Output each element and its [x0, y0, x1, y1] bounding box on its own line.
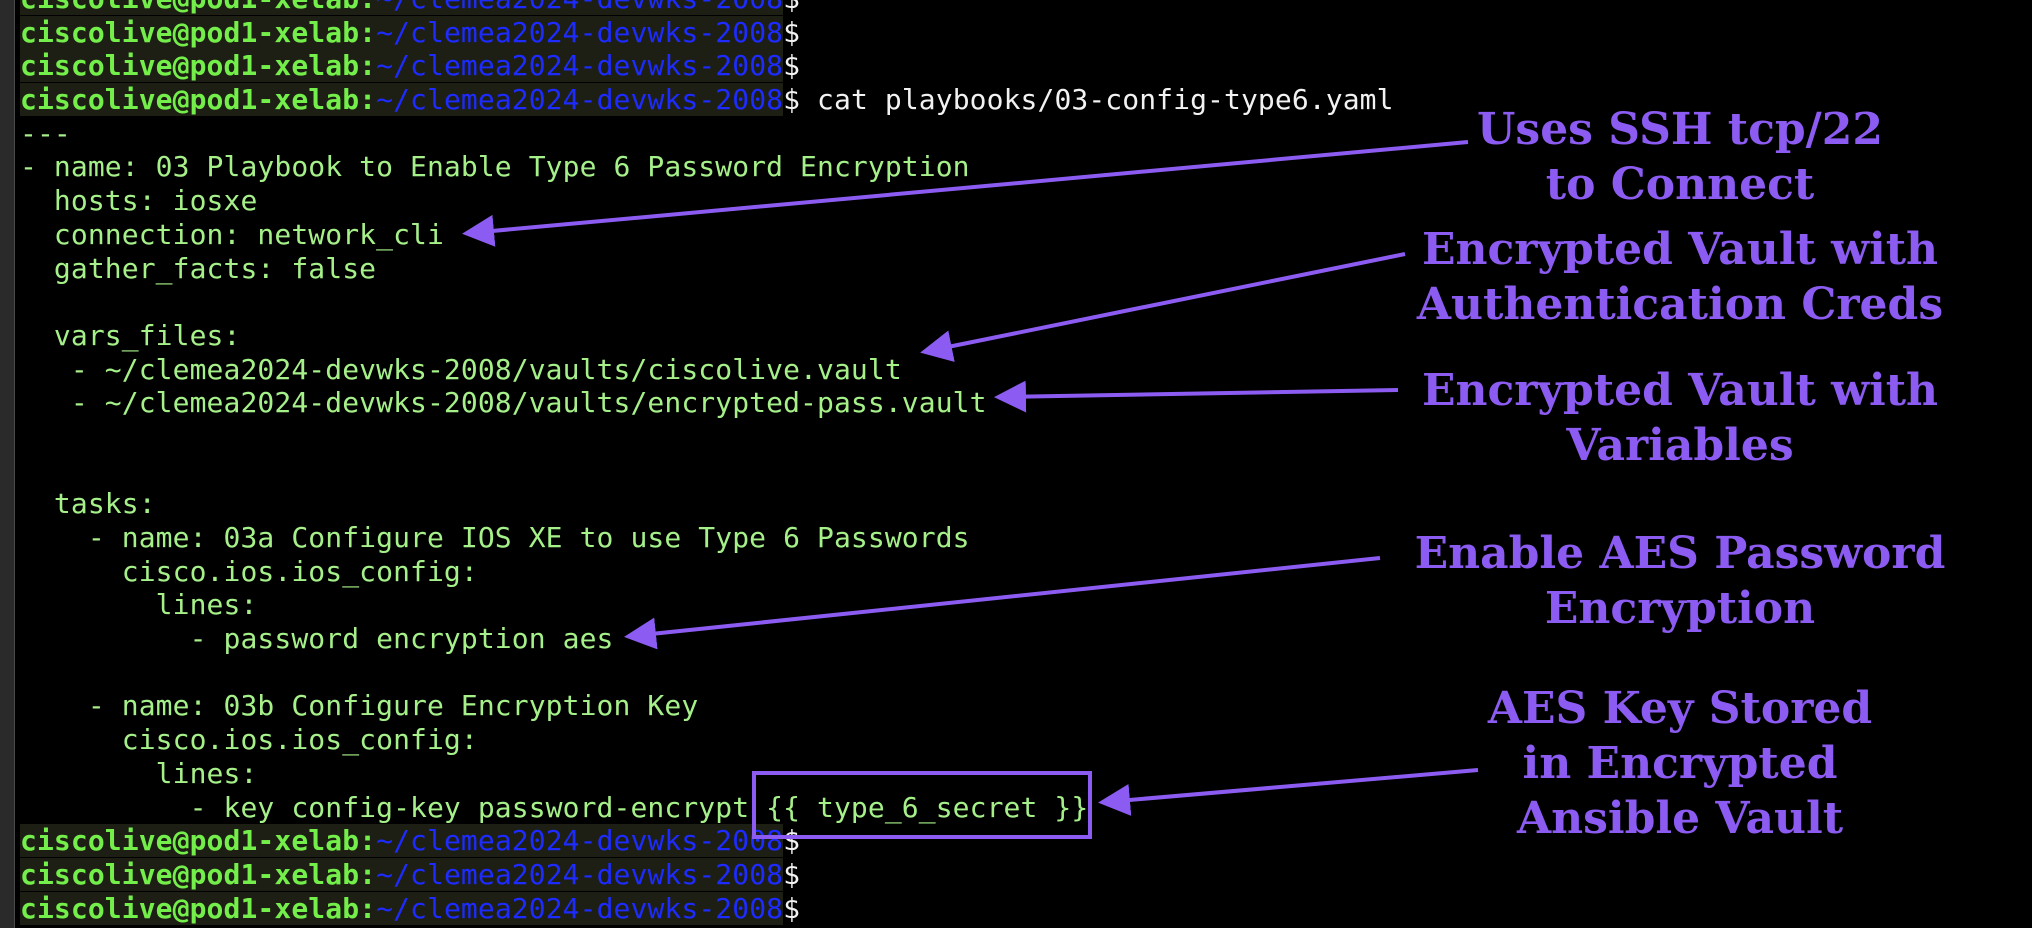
annotation-creds-vault: Encrypted Vault with Authentication Cred… — [1416, 224, 1944, 330]
arrow-ssh — [462, 140, 1469, 247]
annotation-aes-key: AES Key Stored in Encrypted Ansible Vaul… — [1487, 683, 1873, 844]
annotation-vars-vault: Encrypted Vault with Variables — [1421, 365, 1939, 471]
annotation-aes-encryption: Enable AES Password Encryption — [1414, 528, 1946, 634]
arrow-creds — [920, 252, 1406, 362]
arrow-vars — [994, 380, 1399, 413]
annotation-ssh: Uses SSH tcp/22 to Connect — [1477, 104, 1883, 210]
arrow-aes — [624, 556, 1381, 650]
